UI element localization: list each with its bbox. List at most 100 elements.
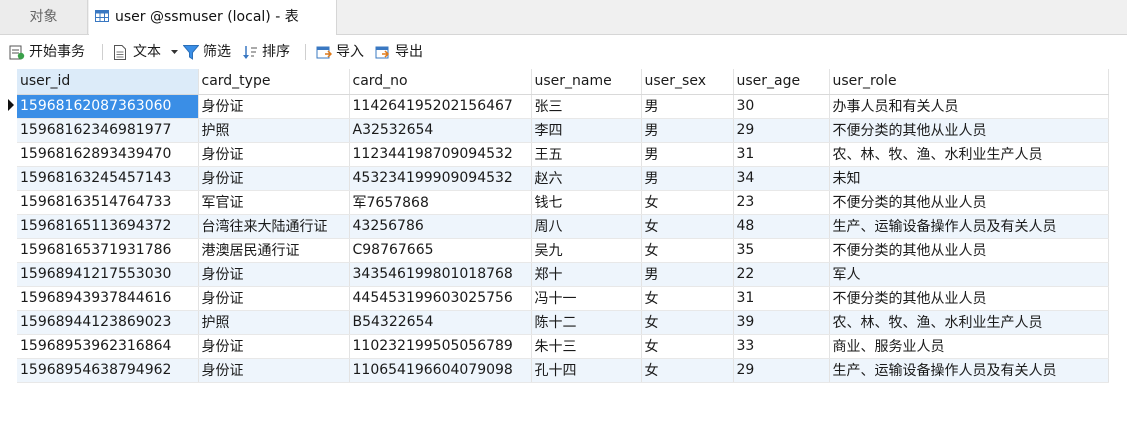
table-row[interactable]: 15968165113694372 台湾往来大陆通行证 43256786 周八女 48 生… — [17, 214, 1109, 239]
table-cell-card-no[interactable]: 445453199603025756 — [349, 286, 532, 311]
table-cell-card-type[interactable]: 身份证 — [198, 142, 350, 167]
table-cell-user-id[interactable]: 15968162346981977 — [17, 118, 199, 143]
table-cell-user-name[interactable]: 孔十四 — [531, 358, 642, 383]
table-cell-card-type[interactable]: 身份证 — [198, 334, 350, 359]
column-header-user-sex[interactable]: user_sex — [641, 69, 734, 95]
table-cell-user-sex[interactable]: 男 — [641, 142, 734, 167]
table-cell-user-id[interactable]: 15968944123869023 — [17, 310, 199, 335]
table-cell-user-name[interactable]: 朱十三 — [531, 334, 642, 359]
table-cell-user-id[interactable]: 15968162087363060 — [17, 94, 199, 119]
table-cell-user-role[interactable]: 不便分类的其他从业人员 — [829, 238, 1109, 263]
table-row[interactable]: 15968941217553030 身份证 343546199801018768 郑十… — [17, 262, 1109, 287]
table-cell-user-name[interactable]: 郑十 — [531, 262, 642, 287]
sort-button[interactable]: 排序 — [242, 35, 298, 69]
table-cell-user-age[interactable]: 35 — [733, 238, 830, 263]
table-cell-card-type[interactable]: 军官证 — [198, 190, 350, 215]
table-cell-user-sex[interactable]: 女 — [641, 214, 734, 239]
column-header-user-id[interactable]: user_id — [17, 69, 199, 95]
table-cell-user-id[interactable]: 15968162893439470 — [17, 142, 199, 167]
table-cell-user-role[interactable]: 农、林、牧、渔、水利业生产人员 — [829, 142, 1109, 167]
tab-user-table[interactable]: user @ssmuser (local) - 表 — [89, 0, 337, 35]
table-cell-user-age[interactable]: 39 — [733, 310, 830, 335]
table-cell-card-type[interactable]: 身份证 — [198, 94, 350, 119]
table-cell-user-age[interactable]: 48 — [733, 214, 830, 239]
table-cell-user-age[interactable]: 29 — [733, 118, 830, 143]
table-cell-user-age[interactable]: 33 — [733, 334, 830, 359]
table-cell-user-age[interactable]: 29 — [733, 358, 830, 383]
table-cell-user-id[interactable]: 15968941217553030 — [17, 262, 199, 287]
table-cell-user-name[interactable]: 钱七 — [531, 190, 642, 215]
table-cell-user-name[interactable]: 冯十一 — [531, 286, 642, 311]
table-cell-card-type[interactable]: 身份证 — [198, 166, 350, 191]
table-cell-user-age[interactable]: 30 — [733, 94, 830, 119]
table-row[interactable]: 15968953962316864 身份证 110232199505056789 朱十… — [17, 334, 1109, 359]
table-cell-user-id[interactable]: 15968943937844616 — [17, 286, 199, 311]
table-row[interactable]: 15968954638794962 身份证 110654196604079098 孔十… — [17, 358, 1109, 383]
table-cell-card-type[interactable]: 身份证 — [198, 286, 350, 311]
table-cell-user-sex[interactable]: 女 — [641, 310, 734, 335]
table-cell-user-role[interactable]: 生产、运输设备操作人员及有关人员 — [829, 214, 1109, 239]
table-cell-user-role[interactable]: 未知 — [829, 166, 1109, 191]
table-cell-card-no[interactable]: 112344198709094532 — [349, 142, 532, 167]
table-cell-user-age[interactable]: 34 — [733, 166, 830, 191]
table-cell-card-no[interactable]: B54322654 — [349, 310, 532, 335]
table-cell-card-type[interactable]: 护照 — [198, 118, 350, 143]
table-cell-card-no[interactable]: 453234199909094532 — [349, 166, 532, 191]
table-cell-user-role[interactable]: 不便分类的其他从业人员 — [829, 118, 1109, 143]
column-header-user-role[interactable]: user_role — [829, 69, 1109, 95]
table-cell-user-sex[interactable]: 女 — [641, 358, 734, 383]
table-cell-user-sex[interactable]: 男 — [641, 166, 734, 191]
tab-objects[interactable]: 对象 — [0, 0, 88, 34]
column-header-user-age[interactable]: user_age — [733, 69, 830, 95]
table-cell-user-id[interactable]: 15968954638794962 — [17, 358, 199, 383]
table-cell-card-no[interactable]: 114264195202156467 — [349, 94, 532, 119]
table-cell-user-name[interactable]: 吴九 — [531, 238, 642, 263]
table-cell-user-id[interactable]: 15968163245457143 — [17, 166, 199, 191]
export-button[interactable]: 导出 — [375, 35, 427, 69]
table-row[interactable]: 15968163245457143 身份证 453234199909094532 赵六… — [17, 166, 1109, 191]
table-row[interactable]: 15968162893439470 身份证 112344198709094532 王五… — [17, 142, 1109, 167]
table-cell-card-no[interactable]: 43256786 — [349, 214, 532, 239]
filter-button[interactable]: 筛选 — [183, 35, 237, 69]
table-row[interactable]: 15968165371931786 港澳居民通行证 C98767665 吴九女 35 不便… — [17, 238, 1109, 263]
table-cell-user-name[interactable]: 陈十二 — [531, 310, 642, 335]
text-menu-button[interactable]: 文本 — [113, 35, 181, 69]
table-row[interactable]: 15968162346981977 护照 A32532654 李四男 29 不便分类的其他… — [17, 118, 1109, 143]
table-cell-user-sex[interactable]: 男 — [641, 262, 734, 287]
import-button[interactable]: 导入 — [316, 35, 368, 69]
table-cell-user-sex[interactable]: 男 — [641, 118, 734, 143]
table-cell-user-sex[interactable]: 男 — [641, 94, 734, 119]
table-cell-user-age[interactable]: 31 — [733, 142, 830, 167]
table-cell-card-type[interactable]: 港澳居民通行证 — [198, 238, 350, 263]
table-cell-card-no[interactable]: C98767665 — [349, 238, 532, 263]
table-cell-user-age[interactable]: 23 — [733, 190, 830, 215]
table-row[interactable]: 15968162087363060 身份证 114264195202156467 张三… — [17, 94, 1109, 119]
table-cell-card-no[interactable]: 343546199801018768 — [349, 262, 532, 287]
table-cell-user-sex[interactable]: 女 — [641, 190, 734, 215]
table-cell-user-name[interactable]: 赵六 — [531, 166, 642, 191]
table-cell-user-id[interactable]: 15968165371931786 — [17, 238, 199, 263]
table-row[interactable]: 15968163514764733 军官证 军7657868 钱七女 23 不便分类的其他… — [17, 190, 1109, 215]
table-cell-user-age[interactable]: 31 — [733, 286, 830, 311]
table-cell-card-no[interactable]: 110232199505056789 — [349, 334, 532, 359]
table-cell-user-role[interactable]: 农、林、牧、渔、水利业生产人员 — [829, 310, 1109, 335]
table-cell-user-role[interactable]: 生产、运输设备操作人员及有关人员 — [829, 358, 1109, 383]
table-cell-user-name[interactable]: 王五 — [531, 142, 642, 167]
table-cell-user-sex[interactable]: 女 — [641, 334, 734, 359]
table-cell-user-name[interactable]: 李四 — [531, 118, 642, 143]
table-cell-card-type[interactable]: 台湾往来大陆通行证 — [198, 214, 350, 239]
table-cell-user-age[interactable]: 22 — [733, 262, 830, 287]
table-cell-card-no[interactable]: 军7657868 — [349, 190, 532, 215]
table-cell-card-type[interactable]: 护照 — [198, 310, 350, 335]
table-cell-user-role[interactable]: 商业、服务业人员 — [829, 334, 1109, 359]
table-cell-user-sex[interactable]: 女 — [641, 238, 734, 263]
table-cell-user-name[interactable]: 张三 — [531, 94, 642, 119]
column-header-card-type[interactable]: card_type — [198, 69, 350, 95]
table-cell-user-id[interactable]: 15968163514764733 — [17, 190, 199, 215]
column-header-card-no[interactable]: card_no — [349, 69, 532, 95]
table-row[interactable]: 15968944123869023 护照 B54322654 陈十二女 39 农、林、牧、… — [17, 310, 1109, 335]
table-cell-card-no[interactable]: A32532654 — [349, 118, 532, 143]
table-cell-user-role[interactable]: 办事人员和有关人员 — [829, 94, 1109, 119]
table-cell-card-type[interactable]: 身份证 — [198, 262, 350, 287]
table-row[interactable]: 15968943937844616 身份证 445453199603025756 冯十… — [17, 286, 1109, 311]
